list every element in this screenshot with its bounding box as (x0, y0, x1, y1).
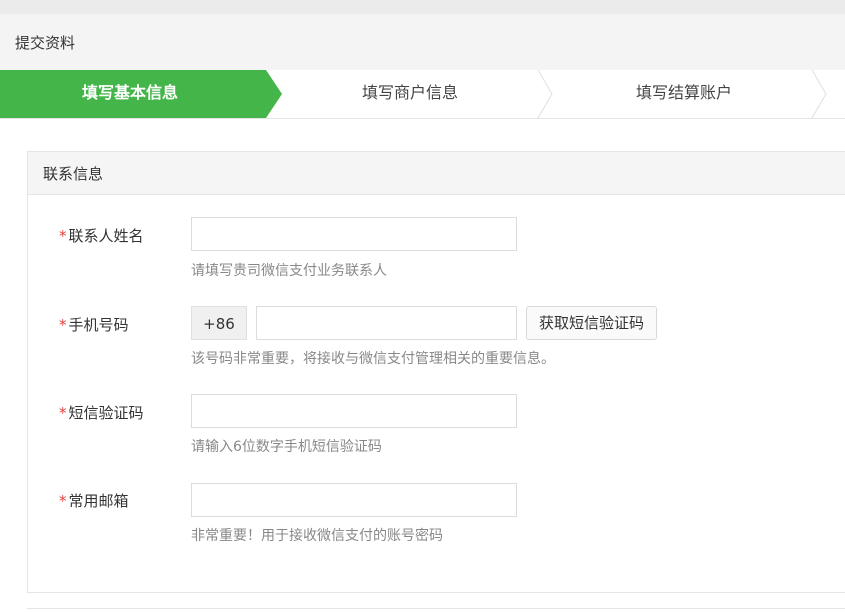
divider (27, 608, 845, 609)
contact-info-panel: 联系信息 * 联系人姓名 请填写贵司微信支付业务联系人 * 手机号码 +86 获取短… (27, 151, 845, 593)
panel-header: 联系信息 (28, 152, 845, 195)
email-label-text: 常用邮箱 (68, 492, 129, 510)
sms-code-label-text: 短信验证码 (68, 404, 144, 422)
contact-name-label: * 联系人姓名 (59, 225, 144, 246)
step-separator-icon (811, 70, 827, 118)
contact-name-label-text: 联系人姓名 (68, 227, 144, 245)
email-label: * 常用邮箱 (59, 490, 129, 511)
contact-name-hint: 请填写贵司微信支付业务联系人 (191, 263, 387, 279)
phone-hint: 该号码非常重要，将接收与微信支付管理相关的重要信息。 (191, 351, 555, 367)
sms-code-label: * 短信验证码 (59, 402, 144, 423)
email-input[interactable] (191, 483, 517, 517)
step-merchant-info: 填写商户信息 (361, 83, 458, 102)
get-sms-code-button[interactable]: 获取短信验证码 (526, 306, 658, 340)
contact-name-input[interactable] (191, 217, 517, 251)
country-code-prefix: +86 (191, 306, 247, 340)
required-mark: * (59, 227, 67, 245)
phone-label: * 手机号码 (59, 314, 129, 335)
top-strip (0, 0, 845, 14)
step-basic-info: 填写基本信息 (81, 83, 178, 102)
sms-code-hint: 请输入6位数字手机短信验证码 (191, 439, 382, 455)
step-progress-bar: 填写基本信息 填写商户信息 填写结算账户 (0, 70, 845, 119)
email-hint: 非常重要！用于接收微信支付的账号密码 (191, 528, 443, 544)
step-separator-icon (537, 70, 553, 118)
page-title: 提交资料 (15, 34, 76, 52)
page-header: 提交资料 (0, 14, 845, 70)
sms-code-input[interactable] (191, 394, 517, 428)
section-title: 联系信息 (43, 165, 104, 183)
step-settlement-account: 填写结算账户 (635, 83, 732, 102)
phone-label-text: 手机号码 (68, 316, 129, 334)
required-mark: * (59, 316, 67, 334)
required-mark: * (59, 492, 67, 510)
phone-input[interactable] (256, 306, 517, 340)
required-mark: * (59, 404, 67, 422)
